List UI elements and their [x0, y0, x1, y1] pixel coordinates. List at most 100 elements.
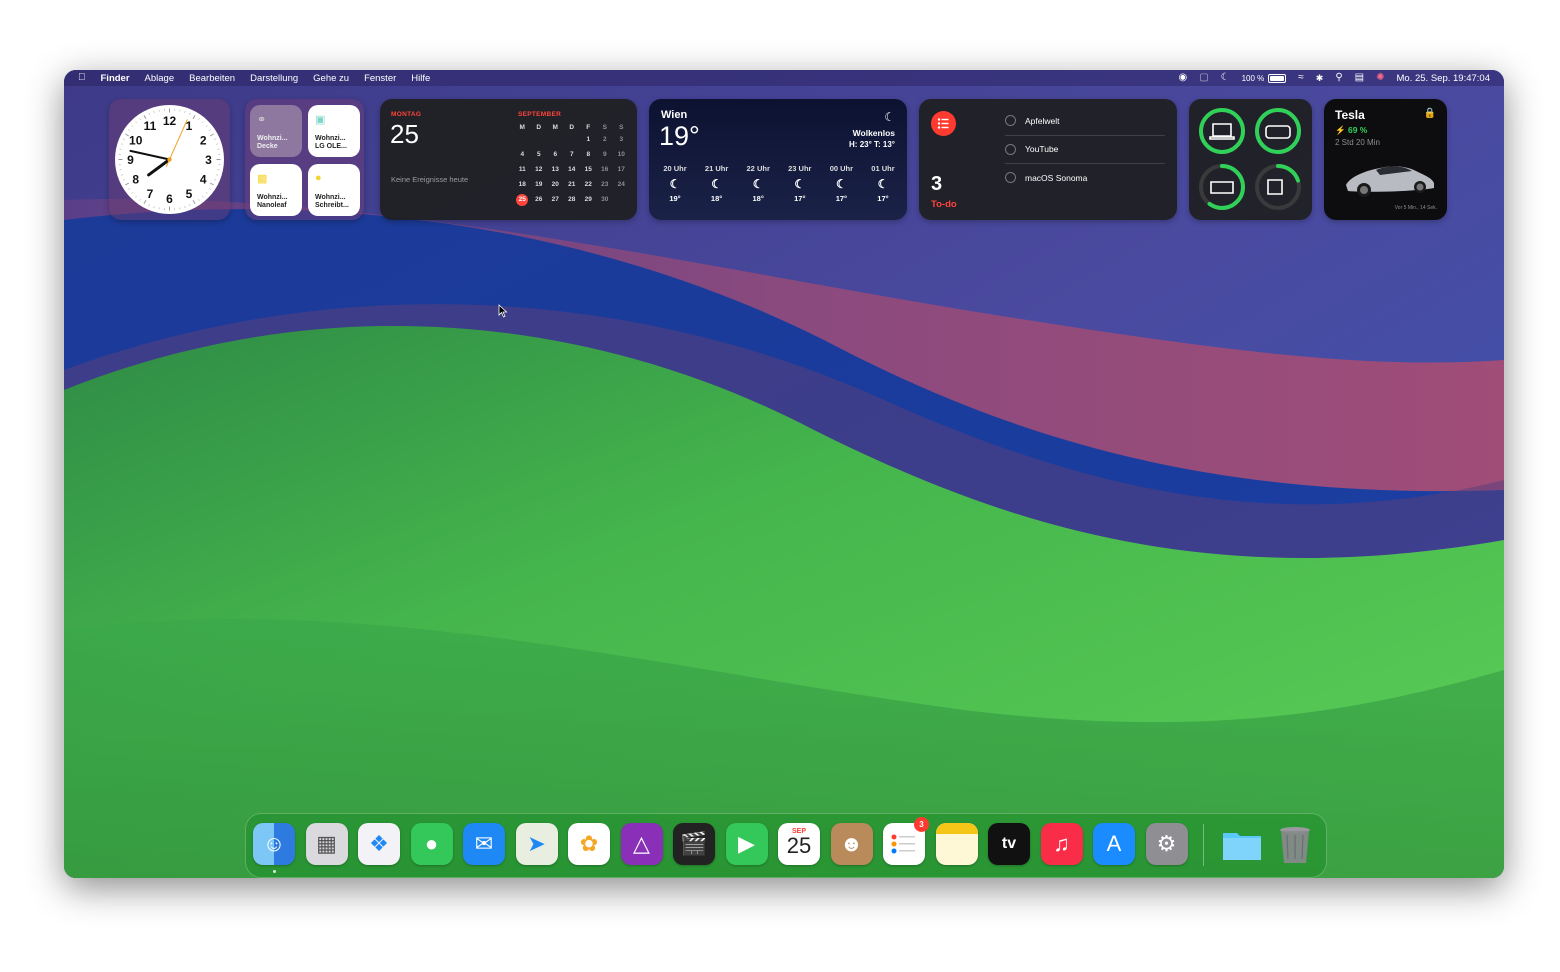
calendar-day[interactable]: 4 — [514, 149, 531, 161]
maps-icon[interactable]: ➤ — [515, 823, 558, 865]
calendar-day[interactable]: 30 — [597, 194, 614, 206]
launchpad-icon[interactable]: ▦ — [305, 823, 348, 865]
music-icon[interactable]: ♫ — [1040, 823, 1083, 865]
apple-tv-icon[interactable]: tv — [988, 823, 1030, 865]
menu-fenster[interactable]: Fenster — [364, 73, 396, 84]
calendar-day[interactable]: 11 — [514, 164, 531, 176]
calendar-day[interactable]: 18 — [514, 179, 531, 191]
calendar-day[interactable]: 14 — [564, 164, 581, 176]
reminders-widget[interactable]: 3 To-do Apfelwelt YouTube macOS Sonoma — [919, 99, 1177, 220]
screen-record-icon[interactable]: ◉ — [1178, 70, 1187, 86]
control-center-icon[interactable]: ▤ — [1355, 70, 1364, 86]
calendar-day[interactable]: 1 — [580, 134, 597, 146]
calendar-day[interactable]: 12 — [531, 164, 548, 176]
clock-tick — [208, 188, 211, 190]
weather-widget[interactable]: Wien 19° ☾ Wolkenlos H: 23° T: 13° 20 Uh… — [649, 99, 907, 220]
calendar-day[interactable]: 15 — [580, 164, 597, 176]
menu-clock[interactable]: Mo. 25. Sep. 19:47:04 — [1397, 73, 1490, 84]
reminder-item[interactable]: macOS Sonoma — [1005, 164, 1165, 192]
calendar-day[interactable]: 23 — [597, 179, 614, 191]
reminder-checkbox[interactable] — [1005, 115, 1016, 127]
calendar-day[interactable]: 5 — [531, 149, 548, 161]
downloads-folder-icon[interactable] — [1221, 823, 1263, 865]
reminder-checkbox[interactable] — [1005, 172, 1016, 184]
final-cut-pro-icon[interactable]: 🎬 — [673, 823, 715, 865]
clock-hour-hand — [147, 158, 171, 177]
calendar-day[interactable]: 28 — [564, 194, 581, 206]
clock-numeral: 2 — [200, 134, 207, 148]
app-store-icon[interactable]: A — [1093, 823, 1135, 865]
menu-hilfe[interactable]: Hilfe — [411, 73, 430, 84]
app-glyph: 🎬 — [680, 831, 708, 856]
menu-ablage[interactable]: Ablage — [145, 73, 175, 84]
tesla-widget[interactable]: Tesla 🔒 ⚡ 69 % 2 Std 20 Min Vor 5 Min., … — [1324, 99, 1447, 220]
clock-tick — [153, 206, 155, 209]
tesla-name: Tesla — [1335, 108, 1365, 122]
notes-icon[interactable] — [935, 823, 978, 865]
calendar-icon[interactable]: SEP 25 — [778, 823, 820, 865]
apple-logo-icon[interactable]:  — [78, 70, 86, 86]
clock-center-pin — [167, 157, 172, 162]
calendar-day[interactable]: 7 — [564, 149, 581, 161]
calendar-day[interactable]: 8 — [580, 149, 597, 161]
menu-darstellung[interactable]: Darstellung — [250, 73, 298, 84]
focus-moon-icon[interactable]: ☾ — [1221, 70, 1230, 86]
dock-calendar-day: 25 — [786, 832, 812, 858]
home-widget[interactable]: ⚭ Wohnzi... Decke ▣ Wohnzi... LG OLE... ▩ Woh… — [245, 99, 364, 220]
wifi-icon[interactable]: ≈ — [1298, 70, 1304, 86]
reminder-item[interactable]: Apfelwelt — [1005, 107, 1165, 136]
affinity-photo-icon[interactable]: △ — [620, 823, 663, 865]
calendar-day[interactable]: 20 — [547, 179, 564, 191]
calendar-day[interactable]: 6 — [547, 149, 564, 161]
facetime-icon[interactable]: ▶ — [725, 823, 768, 865]
menu-bearbeiten[interactable]: Bearbeiten — [189, 73, 235, 84]
battery-percent[interactable]: 100 % — [1242, 74, 1265, 83]
reminder-checkbox[interactable] — [1005, 143, 1016, 155]
menu-app-name[interactable]: Finder — [101, 73, 130, 84]
calendar-day[interactable]: 27 — [547, 194, 564, 206]
bluetooth-icon[interactable]: ✱ — [1316, 70, 1324, 86]
calendar-day[interactable]: 16 — [597, 164, 614, 176]
contacts-icon[interactable]: ☻ — [830, 823, 873, 865]
home-accessory-tile[interactable]: ▣ Wohnzi... LG OLE... — [308, 105, 360, 157]
mail-icon[interactable]: ✉ — [463, 823, 505, 865]
trash-icon[interactable] — [1274, 823, 1316, 865]
calendar-day[interactable]: 26 — [531, 194, 548, 206]
calendar-day[interactable]: 29 — [580, 194, 597, 206]
messages-icon[interactable]: ● — [410, 823, 453, 865]
finder-icon[interactable]: ☺ — [253, 823, 295, 865]
weather-hour-time: 20 Uhr — [663, 164, 687, 173]
calendar-day[interactable]: 19 — [531, 179, 548, 191]
calendar-day — [613, 194, 630, 206]
menu-gehe-zu[interactable]: Gehe zu — [313, 73, 349, 84]
home-accessory-tile[interactable]: ▩ Wohnzi... Nanoleaf — [250, 164, 302, 216]
calendar-day[interactable]: 24 — [613, 179, 630, 191]
calendar-day[interactable]: 9 — [597, 149, 614, 161]
display-icon[interactable]: ▢ — [1199, 70, 1208, 86]
app-glyph: A — [1106, 831, 1122, 856]
reminder-item[interactable]: YouTube — [1005, 136, 1165, 164]
siri-icon[interactable]: ✺ — [1376, 70, 1384, 86]
weather-hour-temp: 19° — [669, 194, 681, 203]
clock-widget[interactable]: 12 1 2 3 4 5 6 7 8 9 10 11 — [109, 99, 230, 220]
battery-icon[interactable] — [1268, 73, 1287, 83]
calendar-day[interactable]: 3 — [613, 134, 630, 146]
calendar-day[interactable]: 22 — [580, 179, 597, 191]
clock-tick — [122, 138, 125, 140]
calendar-day[interactable]: 10 — [613, 149, 630, 161]
calendar-day[interactable]: 2 — [597, 134, 614, 146]
home-accessory-tile[interactable]: ● Wohnzi... Schreibt... — [308, 164, 360, 216]
calendar-widget[interactable]: MONTAG 25 Keine Ereignisse heute SEPTEMB… — [380, 99, 637, 220]
safari-icon[interactable]: ❖ — [358, 823, 400, 865]
calendar-day[interactable]: 13 — [547, 164, 564, 176]
list-bullet-icon — [931, 111, 956, 136]
batteries-widget[interactable] — [1189, 99, 1312, 220]
home-accessory-tile[interactable]: ⚭ Wohnzi... Decke — [250, 105, 302, 157]
spotlight-search-icon[interactable]: ⚲ — [1335, 70, 1342, 86]
weather-condition: Wolkenlos — [852, 128, 895, 138]
calendar-day[interactable]: 25 — [516, 194, 529, 206]
system-settings-icon[interactable]: ⚙ — [1145, 823, 1188, 865]
photos-icon[interactable]: ✿ — [568, 823, 610, 865]
calendar-day[interactable]: 21 — [564, 179, 581, 191]
calendar-day[interactable]: 17 — [613, 164, 630, 176]
